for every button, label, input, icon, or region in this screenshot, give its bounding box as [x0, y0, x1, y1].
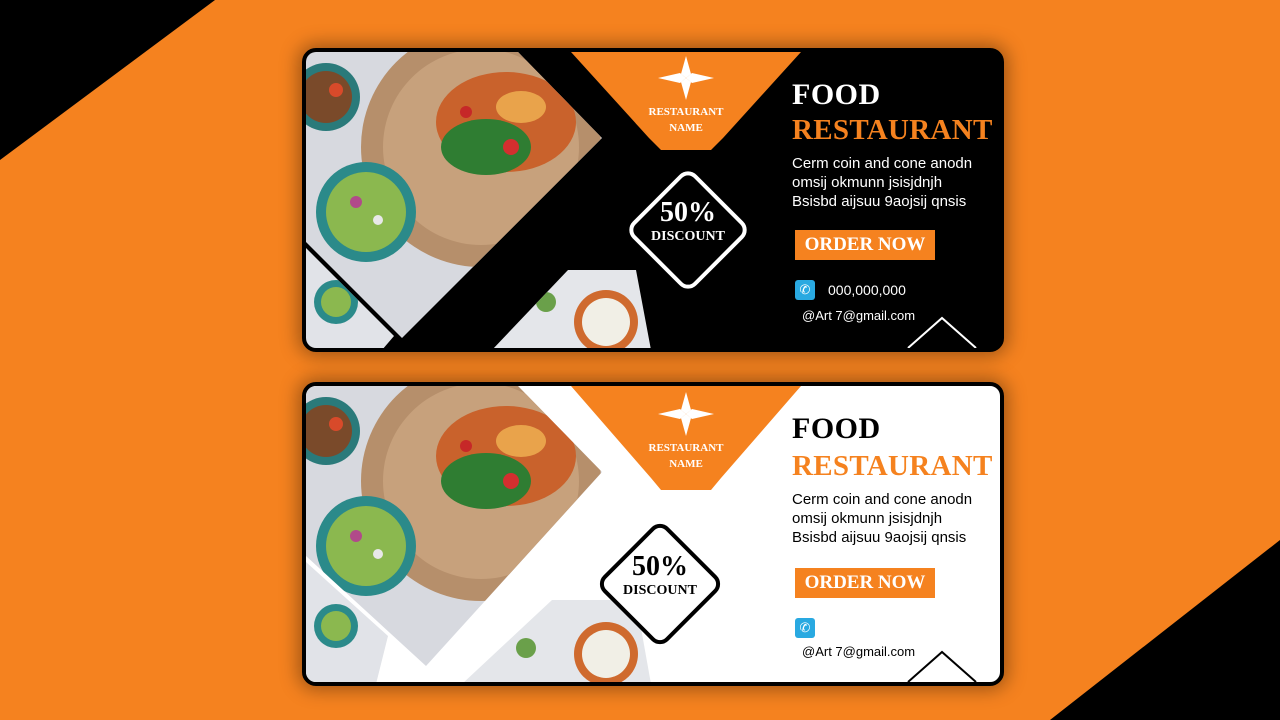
title-food: FOOD	[792, 78, 881, 111]
restaurant-name-label: RESTAURANT NAME	[648, 106, 724, 134]
order-now-button[interactable]: ORDER NOW	[795, 230, 935, 260]
corner-triangle-outline	[907, 316, 977, 348]
phone-number: 000,000,000	[828, 282, 906, 298]
logo-badge: RESTAURANT NAME	[571, 386, 801, 496]
corner-triangle-outline	[907, 650, 977, 682]
discount-badge: 50% DISCOUNT	[623, 198, 753, 246]
email-address: @Art 7@gmail.com	[802, 644, 916, 659]
banner-dark: RESTAURANT NAME 50% DISCOUNT FOOD RESTAU…	[302, 48, 1004, 352]
background-corner-top-left	[0, 0, 215, 160]
order-now-button[interactable]: ORDER NOW	[795, 568, 935, 598]
phone-icon: ✆	[795, 618, 815, 638]
logo-badge: RESTAURANT NAME	[571, 52, 801, 162]
description: Cerm coin and cone anodn omsij okmunn js…	[792, 155, 973, 210]
discount-label: DISCOUNT	[623, 583, 697, 598]
title-food: FOOD	[792, 412, 881, 445]
discount-percent: 50%	[660, 197, 716, 228]
title-restaurant: RESTAURANT	[792, 114, 993, 146]
phone-icon: ✆	[795, 280, 815, 300]
discount-badge: 50% DISCOUNT	[595, 552, 725, 600]
discount-percent: 50%	[632, 551, 688, 582]
discount-label: DISCOUNT	[651, 229, 725, 244]
banner-light: RESTAURANT NAME 50% DISCOUNT FOOD RESTAU…	[302, 382, 1004, 686]
restaurant-name-label: RESTAURANT NAME	[648, 442, 724, 470]
description: Cerm coin and cone anodn omsij okmunn js…	[792, 491, 973, 546]
background-corner-bottom-right	[1050, 540, 1280, 720]
title-restaurant: RESTAURANT	[792, 450, 993, 482]
email-address: @Art 7@gmail.com	[802, 308, 916, 323]
